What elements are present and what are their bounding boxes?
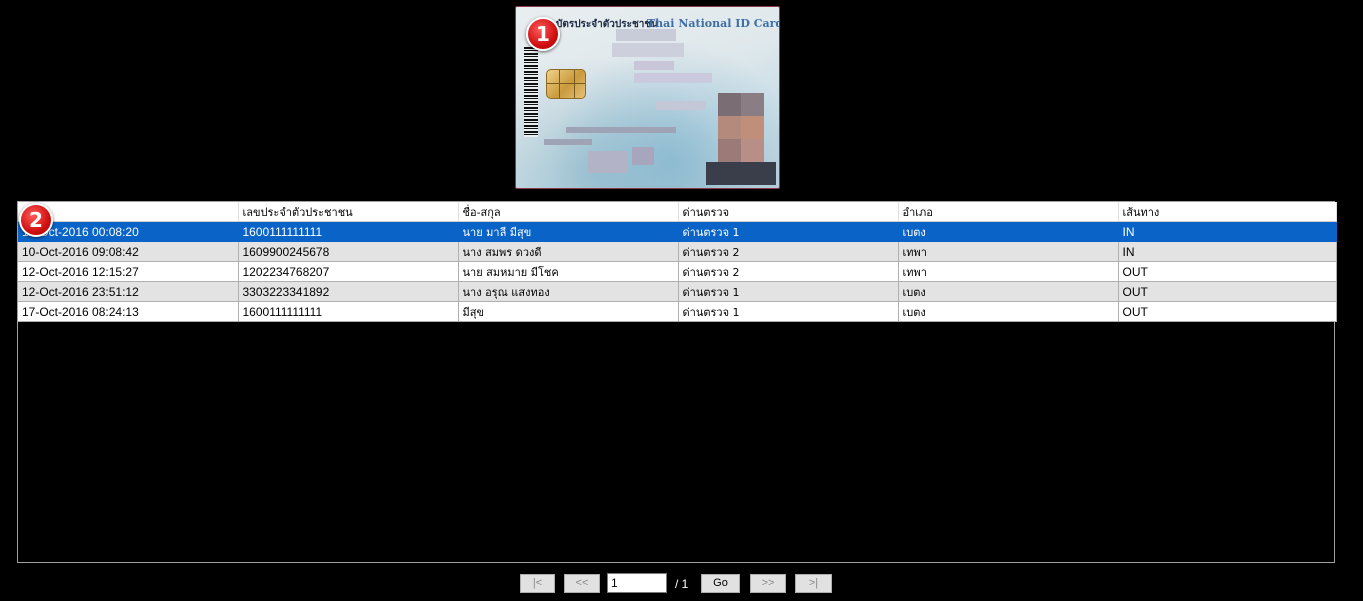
column-header-district[interactable]: อำเภอ [898, 202, 1119, 222]
records-grid[interactable]: เวลา เลขประจำตัวประชาชน ชื่อ-สกุล ด่านตร… [17, 201, 1337, 563]
cell-district: เบตง [898, 281, 1119, 302]
cell-id-number: 1609900245678 [238, 241, 459, 262]
cell-id-number: 1202234768207 [238, 261, 459, 282]
cell-time: 12-Oct-2016 23:51:12 [18, 281, 239, 302]
cell-name: นาย มาลี มีสุข [458, 221, 679, 242]
cell-id-number: 1600111111111 [238, 301, 459, 322]
go-button[interactable]: Go [701, 574, 740, 593]
records-table: เวลา เลขประจำตัวประชาชน ชื่อ-สกุล ด่านตร… [18, 202, 1337, 322]
cell-checkpoint: ด่านตรวจ 2 [678, 261, 899, 282]
cell-direction: IN [1118, 221, 1337, 242]
cell-id-number: 3303223341892 [238, 281, 459, 302]
id-photo [706, 93, 776, 185]
barcode [524, 47, 538, 137]
cell-checkpoint: ด่านตรวจ 2 [678, 241, 899, 262]
column-header-checkpoint[interactable]: ด่านตรวจ [678, 202, 899, 222]
cell-direction: IN [1118, 241, 1337, 262]
column-header-id-number[interactable]: เลขประจำตัวประชาชน [238, 202, 459, 222]
first-page-button[interactable]: |< [520, 574, 555, 593]
cell-direction: OUT [1118, 301, 1337, 322]
annotation-badge-1: 1 [526, 17, 560, 51]
header-row: เวลา เลขประจำตัวประชาชน ชื่อ-สกุล ด่านตร… [18, 202, 1337, 222]
table-row[interactable]: 17-Oct-2016 08:24:13 1600111111111 มีสุข… [18, 301, 1337, 322]
cell-name: นาง อรุณ แสงทอง [458, 281, 679, 302]
cell-time: 10-Oct-2016 09:08:42 [18, 241, 239, 262]
cell-time: 17-Oct-2016 08:24:13 [18, 301, 239, 322]
column-header-direction[interactable]: เส้นทาง [1118, 202, 1337, 222]
cell-district: เบตง [898, 221, 1119, 242]
prev-page-button[interactable]: << [564, 574, 600, 593]
annotation-badge-2: 2 [19, 203, 53, 237]
page-total-label: / 1 [675, 577, 689, 591]
column-header-name[interactable]: ชื่อ-สกุล [458, 202, 679, 222]
cell-name: นาย สมหมาย มีโชค [458, 261, 679, 282]
cell-district: เทพา [898, 241, 1119, 262]
cell-checkpoint: ด่านตรวจ 1 [678, 221, 899, 242]
smart-chip [546, 69, 586, 99]
cell-name: นาง สมพร ดวงดี [458, 241, 679, 262]
cell-id-number: 1600111111111 [238, 221, 459, 242]
cell-district: เทพา [898, 261, 1119, 282]
table-row[interactable]: 10-Oct-2016 09:08:42 1609900245678 นาง ส… [18, 241, 1337, 262]
cell-checkpoint: ด่านตรวจ 1 [678, 301, 899, 322]
last-page-button[interactable]: >| [795, 574, 832, 593]
cell-direction: OUT [1118, 281, 1337, 302]
cell-time: 12-Oct-2016 12:15:27 [18, 261, 239, 282]
table-row[interactable]: 10-Oct-2016 00:08:20 1600111111111 นาย ม… [18, 221, 1337, 242]
table-row[interactable]: 12-Oct-2016 23:51:12 3303223341892 นาง อ… [18, 281, 1337, 302]
page-number-input[interactable]: 1 [607, 573, 667, 593]
cell-checkpoint: ด่านตรวจ 1 [678, 281, 899, 302]
table-row[interactable]: 12-Oct-2016 12:15:27 1202234768207 นาย ส… [18, 261, 1337, 282]
cell-district: เบตง [898, 301, 1119, 322]
cell-direction: OUT [1118, 261, 1337, 282]
next-page-button[interactable]: >> [750, 574, 786, 593]
cell-name: มีสุข [458, 301, 679, 322]
